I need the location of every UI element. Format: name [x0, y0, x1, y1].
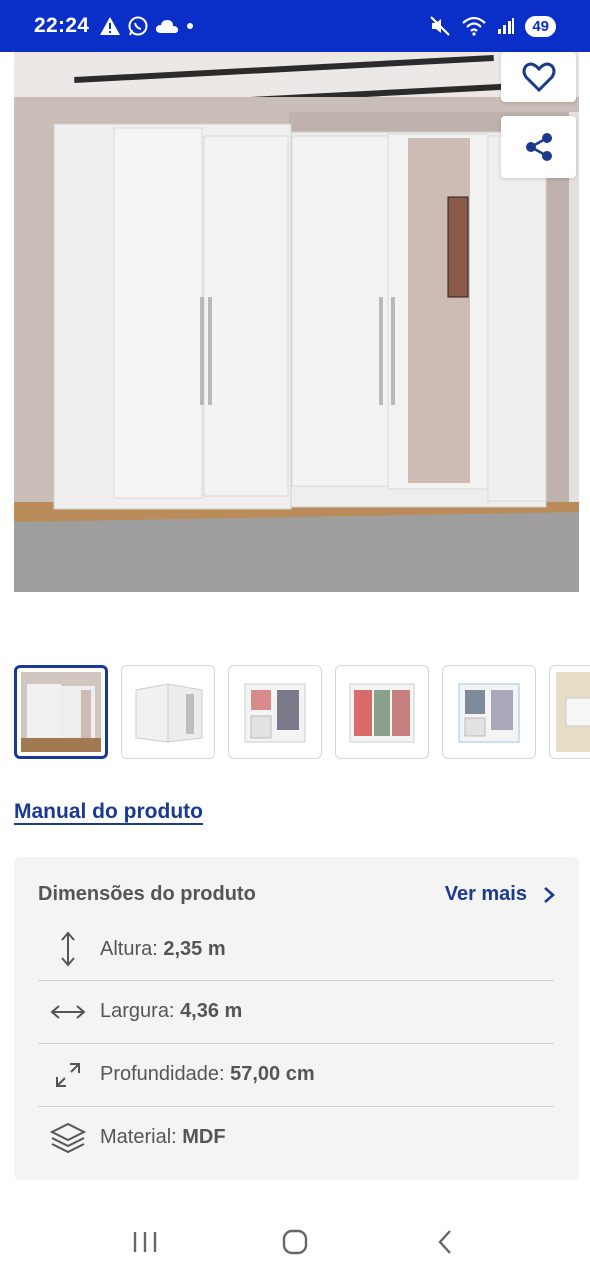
horizontal-arrows-icon [38, 1002, 98, 1022]
dimension-value: MDF [182, 1126, 226, 1148]
see-more-button[interactable]: Ver mais [445, 883, 555, 906]
recent-apps-button[interactable] [115, 1212, 175, 1272]
product-manual-link[interactable]: Manual do produto [14, 800, 203, 824]
dimension-label: Profundidade: [100, 1063, 231, 1085]
status-bar: 22:24 49 [0, 0, 590, 52]
favorite-button[interactable] [501, 52, 576, 102]
back-button[interactable] [415, 1212, 475, 1272]
wardrobe-illustration [14, 52, 579, 592]
layers-icon [38, 1121, 98, 1155]
dimension-row-width: Largura: 4,36 m [38, 980, 554, 1042]
dimension-row-material: Material: MDF [38, 1106, 554, 1168]
home-icon [282, 1229, 308, 1255]
dot-icon [187, 23, 194, 29]
cloud-icon [156, 20, 179, 33]
mute-icon [430, 16, 451, 36]
recent-apps-icon [133, 1232, 157, 1252]
dimension-label: Largura: [100, 1000, 181, 1022]
dimension-row-depth: Profundidade: 57,00 cm [38, 1043, 554, 1105]
product-dimensions-card: Dimensões do produto Ver mais Altura: 2,… [14, 857, 579, 1180]
thumbnail-strip [14, 665, 590, 759]
thumbnail-6[interactable] [549, 665, 590, 759]
thumbnail-5[interactable] [442, 665, 536, 759]
chevron-right-icon [544, 886, 555, 903]
whatsapp-icon [128, 16, 148, 36]
status-notification-icons [99, 15, 195, 37]
dimensions-header: Dimensões do produto Ver mais [38, 883, 555, 906]
dimension-row-height: Altura: 2,35 m [38, 918, 554, 980]
product-main-image[interactable] [14, 52, 579, 592]
thumbnail-2[interactable] [121, 665, 215, 759]
dimension-value: 57,00 cm [230, 1063, 315, 1085]
share-button[interactable] [501, 116, 576, 178]
wifi-icon [462, 16, 487, 36]
dimension-label: Altura: [100, 937, 164, 960]
thumbnail-3[interactable] [228, 665, 322, 759]
warning-icon [100, 17, 121, 35]
battery-indicator: 49 [525, 15, 556, 37]
heart-icon [522, 62, 555, 93]
status-system-icons: 49 [429, 15, 556, 37]
see-more-label: Ver mais [444, 883, 527, 905]
back-icon [438, 1230, 451, 1254]
dimension-value: 4,36 m [180, 1000, 243, 1022]
vertical-arrows-icon [38, 931, 98, 967]
dimension-label: Material: [100, 1126, 183, 1148]
thumbnail-4[interactable] [335, 665, 429, 759]
system-navigation-bar [0, 1204, 590, 1280]
signal-icon [498, 18, 515, 34]
dimensions-title: Dimensões do produto [38, 883, 256, 905]
thumbnail-1[interactable] [14, 665, 108, 759]
diagonal-arrows-icon [38, 1060, 98, 1090]
status-time: 22:24 [34, 14, 90, 37]
home-button[interactable] [265, 1212, 325, 1272]
share-icon [525, 133, 552, 161]
dimension-value: 2,35 m [163, 937, 226, 960]
